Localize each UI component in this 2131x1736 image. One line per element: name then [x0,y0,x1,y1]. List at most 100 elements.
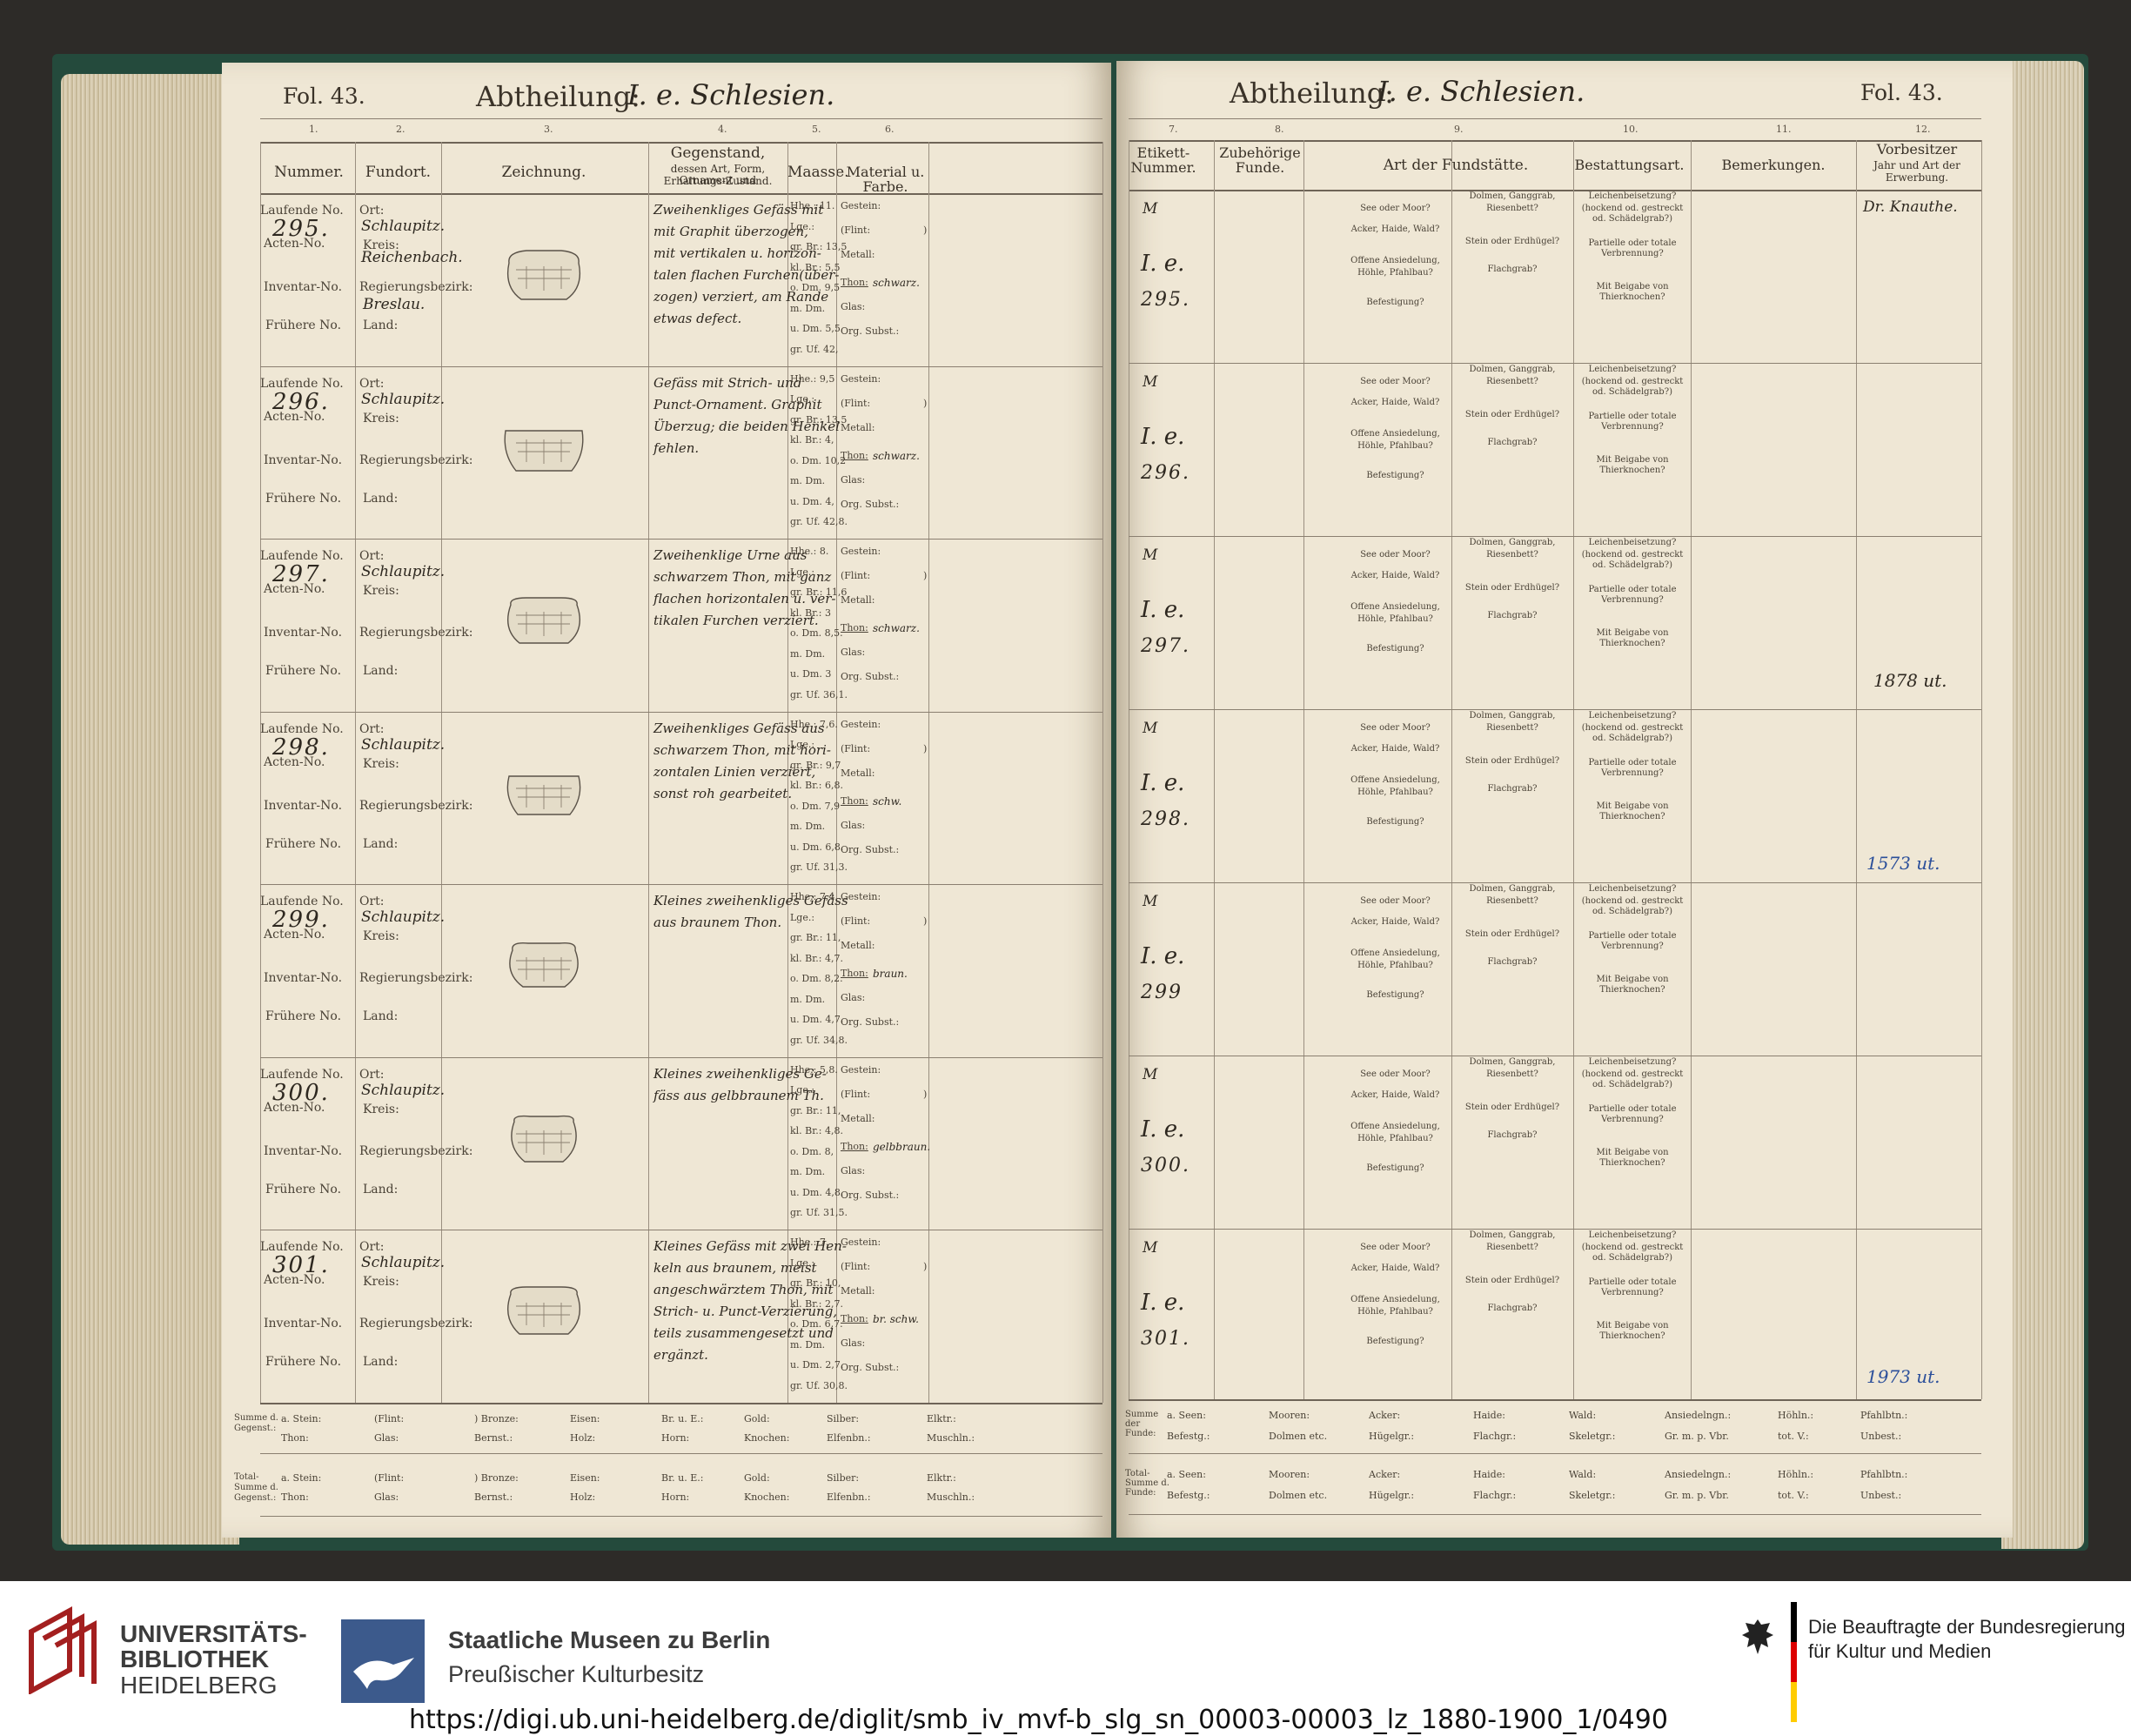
fundstaette-prompt: See oder Moor? [1360,896,1431,906]
summe-field: Elktr.: [927,1472,956,1484]
flint-close-paren: ) [923,1261,928,1272]
smb-subtitle: Preußischer Kulturbesitz [448,1661,705,1687]
maasse-line: Lge.: [790,739,815,750]
permalink-url[interactable]: https://digi.ub.uni-heidelberg.de/diglit… [409,1705,1668,1735]
label-inventar-no: Inventar-No. [264,280,343,294]
summe-field: Wald: [1569,1469,1597,1480]
rule [260,142,1102,144]
label-inventar-no: Inventar-No. [264,626,343,640]
ub-logo-line2: BIBLIOTHEK [120,1646,270,1673]
summe-field: Flachgr.: [1473,1431,1517,1442]
bkm-line1[interactable]: Die Beauftragte der Bundesregierung [1808,1616,2125,1639]
col-header-bemerkungen: Bemerkungen. [1721,157,1826,173]
smb-title[interactable]: Staatliche Museen zu Berlin [448,1626,770,1654]
label-orgsubst: Org. Subst.: [841,1189,900,1201]
col-header-vorbesitzer-sub1: Jahr und Art der [1873,159,1960,171]
summe-field: Gr. m. p. Vbr. [1665,1490,1729,1501]
label-regierungsbezirk: Regierungsbezirk: [359,626,473,640]
grab-prompt: Stein oder Erdhügel? [1464,410,1560,419]
summe-field: Br. u. E.: [661,1413,704,1424]
fundstaette-prompt: Höhle, Pfahlbau? [1357,441,1433,451]
label-land: Land: [363,318,399,332]
bestattung-prompt: Verbrennung? [1601,249,1664,258]
label-acten-no: Acten-No. [264,928,325,942]
fundstaette-prompt: Offene Ansiedelung, [1350,1295,1440,1304]
fundort-ort: Schlaupitz. [361,735,446,754]
bestattung-prompt: Thierknochen? [1599,812,1665,821]
label-inventar-no: Inventar-No. [264,452,343,467]
label-kreis: Kreis: [363,411,399,426]
label-metall: Metall: [841,1285,875,1297]
fundstaette-prompt: Acker, Haide, Wald? [1350,917,1440,927]
label-fruehere-no: Frühere No. [265,1355,342,1369]
summe-field: Ansiedelngn.: [1665,1410,1732,1421]
material-thon-value: schwarz. [873,277,920,289]
flag-stripe-gold [1791,1682,1797,1722]
summe-label: Summe d. [1125,1478,1169,1488]
fundstaette-prompt: Offene Ansiedelung, [1350,948,1440,958]
gegenstand-line: sonst roh gearbeitet. [653,785,793,801]
rule [260,1453,1102,1454]
column-number: 10. [1623,124,1638,135]
maasse-line: gr. Uf. 31,3. [790,861,848,873]
summe-field: a. Stein: [281,1413,322,1424]
bestattung-prompt: Leichenbeisetzung? [1588,884,1677,894]
rule [1129,118,1981,119]
material-thon-value: braun. [873,968,908,980]
summe-field: Knochen: [744,1491,790,1503]
vessel-drawing [511,1115,577,1163]
fundstaette-prompt: Acker, Haide, Wald? [1350,225,1440,234]
summe-field: Muschln.: [927,1432,975,1444]
bestattung-prompt: Partielle oder totale [1588,585,1677,594]
fundstaette-prompt: Höhle, Pfahlbau? [1357,268,1433,278]
maasse-line: gr. Br.: 11, [790,932,841,943]
label-flint: (Flint: [841,397,871,409]
summe-field: ) Bronze: [474,1413,519,1424]
label-land: Land: [363,491,399,506]
summe-field: Höhln.: [1778,1469,1814,1480]
etikett-group: I. e. [1141,770,1185,796]
grab-prompt: Flachgrab? [1487,957,1538,967]
column-rule [260,142,261,1403]
maasse-line: gr. Uf. 31,5. [790,1207,848,1218]
bestattung-prompt: (hockend od. gestreckt [1581,723,1684,733]
material-thon-value: br. schw. [873,1313,919,1325]
label-kreis: Kreis: [363,1275,399,1289]
label-regierungsbezirk: Regierungsbezirk: [359,798,473,813]
etikett-group: I. e. [1141,1116,1185,1143]
label-gestein: Gestein: [841,891,881,902]
label-orgsubst: Org. Subst.: [841,1016,900,1028]
ledger-page-right: Abtheilung: I. e. Schlesien. Fol. 43. 7.… [1116,61,2013,1538]
etikett-number: 295. [1141,289,1190,311]
label-fruehere-no: Frühere No. [265,1009,342,1023]
rule [1129,140,1981,142]
abtheilung-value-left: I. e. Schlesien. [627,78,835,111]
summe-field: Elfenbn.: [827,1491,871,1503]
summe-field: Eisen: [570,1413,600,1424]
summe-field: Thon: [281,1491,309,1503]
bestattung-prompt: Mit Beigabe von [1596,1148,1669,1157]
maasse-line: kl. Br.: 4,8. [790,1125,843,1136]
maasse-line: o. Dm. 8,2. [790,973,843,984]
maasse-line: Hhe.: 5,8. [790,1063,838,1076]
summe-field: Hügelgr.: [1369,1431,1415,1442]
ub-logo-text[interactable]: UNIVERSITÄTS- BIBLIOTHEK HEIDELBERG [120,1621,307,1699]
column-number: 11. [1776,124,1792,135]
summe-field: Befestg.: [1167,1431,1210,1442]
col-header-vorbesitzer-sub2: Erwerbung. [1885,171,1949,184]
label-land: Land: [363,1182,399,1196]
bestattung-prompt: (hockend od. gestreckt [1581,204,1684,213]
rule [260,118,1102,119]
bestattung-prompt: Verbrennung? [1601,768,1664,778]
maasse-line: gr. Uf. 34,8. [790,1034,848,1046]
ub-logo-line3: HEIDELBERG [120,1671,278,1699]
summe-label: der [1125,1419,1141,1429]
folio-number-right: Fol. 43. [1860,80,1943,105]
etikett-group: I. e. [1141,1290,1185,1316]
label-inventar-no: Inventar-No. [264,971,343,985]
etikett-prefix: M [1143,200,1158,218]
summe-field: Glas: [374,1432,399,1444]
bestattung-prompt: Mit Beigabe von [1596,628,1669,638]
summe-field: Horn: [661,1432,690,1444]
grab-prompt: Flachgrab? [1487,1130,1538,1140]
